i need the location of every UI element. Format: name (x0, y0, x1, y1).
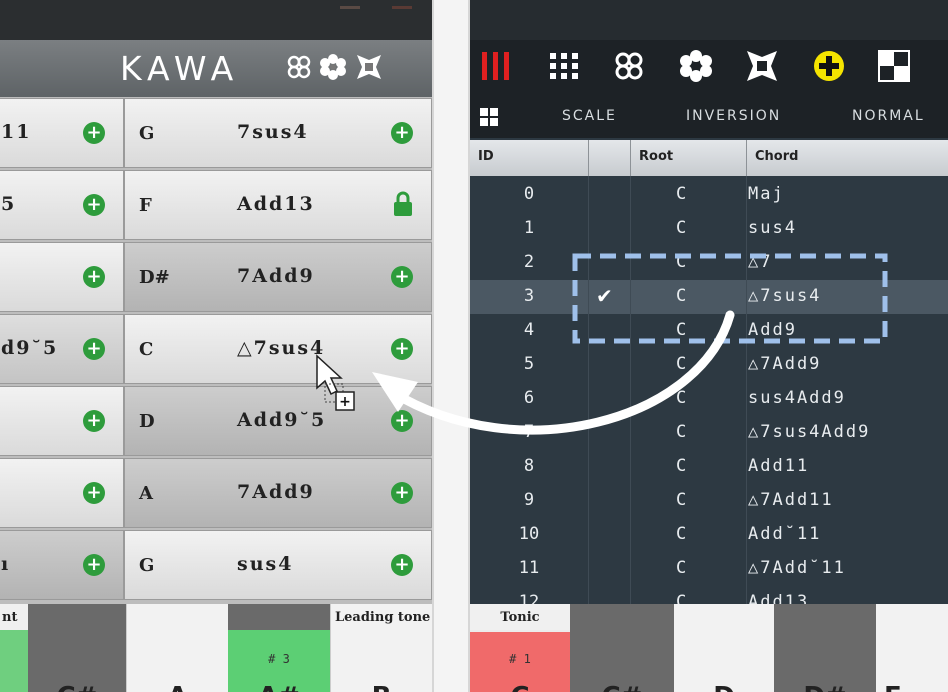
drag-overlay: + (316, 253, 888, 435)
drag-arrow (387, 310, 735, 435)
drag-badge: + (339, 394, 351, 410)
